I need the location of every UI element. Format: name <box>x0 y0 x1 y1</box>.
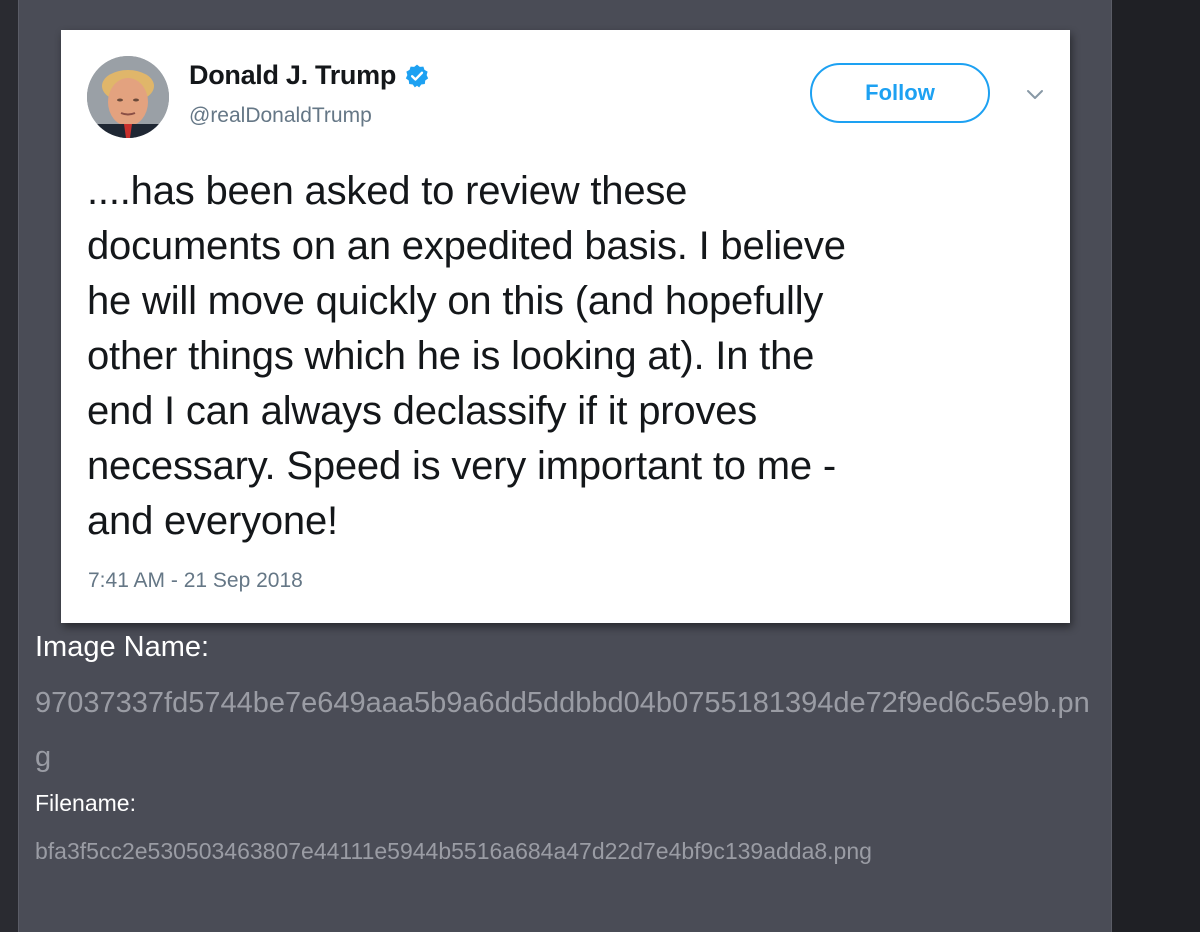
right-gutter <box>1112 0 1200 932</box>
chevron-down-icon[interactable] <box>1024 86 1046 102</box>
avatar[interactable] <box>87 56 169 138</box>
image-name-value: 97037337fd5744be7e649aaa5b9a6dd5ddbbd04b… <box>35 687 1090 773</box>
user-handle[interactable]: @realDonaldTrump <box>189 104 372 128</box>
display-name[interactable]: Donald J. Trump <box>189 60 396 91</box>
tweet-timestamp[interactable]: 7:41 AM - 21 Sep 2018 <box>88 569 303 593</box>
filename-value: bfa3f5cc2e530503463807e44111e5944b5516a6… <box>35 838 872 864</box>
tweet-card: Donald J. Trump @realDonaldTrump Follow … <box>61 30 1070 623</box>
filename-label: Filename: <box>35 790 136 816</box>
image-name-label: Image Name: <box>35 631 210 663</box>
display-name-row: Donald J. Trump <box>189 60 430 91</box>
follow-button[interactable]: Follow <box>810 63 990 123</box>
tweet-text: ....has been asked to review these docum… <box>87 169 846 543</box>
left-gutter <box>0 0 18 932</box>
verified-badge-icon <box>405 64 429 87</box>
